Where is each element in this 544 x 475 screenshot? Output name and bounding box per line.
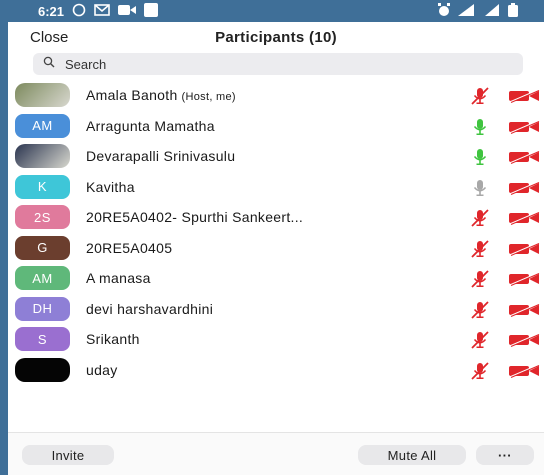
participant-name: 20RE5A0405 — [86, 239, 173, 256]
participants-screen: 6:21 Close Participants (10) Search Amal… — [8, 0, 544, 475]
participant-name-container: Kavitha — [86, 179, 139, 195]
avatar-initials: DH — [32, 301, 53, 317]
status-bar: 6:21 — [8, 0, 544, 22]
participant-name: Kavitha — [86, 178, 135, 195]
participant-tag: (Host, me) — [181, 91, 236, 104]
invite-button[interactable]: Invite — [22, 445, 114, 465]
participant-name: Arragunta Mamatha — [86, 117, 215, 134]
avatar: 2S — [15, 205, 70, 230]
camera-off-icon[interactable] — [508, 272, 540, 286]
participant-name-container: Amala Banoth (Host, me) — [86, 87, 236, 103]
participant-row[interactable]: S Srikanth — [8, 324, 544, 355]
camera-off-icon[interactable] — [508, 241, 540, 256]
clock: 6:21 — [38, 3, 65, 19]
participant-name-container: A manasa — [86, 270, 155, 286]
avatar: DH — [15, 296, 70, 321]
participant-list: Amala Banoth (Host, me) AM Arragunta Mama… — [8, 80, 544, 385]
avatar: K — [15, 174, 70, 199]
camera-off-icon[interactable] — [508, 333, 540, 347]
microphone-muted-icon[interactable] — [470, 300, 490, 320]
avatar: AM — [15, 266, 70, 291]
avatar-photo — [15, 144, 70, 169]
participant-row[interactable]: AM A manasa — [8, 263, 544, 294]
microphone-muted-icon[interactable] — [470, 208, 490, 228]
close-button[interactable]: Close — [30, 29, 68, 46]
mute-all-button[interactable]: Mute All — [358, 445, 466, 465]
participant-row[interactable]: Amala Banoth (Host, me) — [8, 80, 544, 111]
microphone-icon[interactable] — [470, 117, 490, 137]
participant-name-container: Devarapalli Srinivasulu — [86, 148, 239, 164]
participant-row[interactable]: Devarapalli Srinivasulu — [8, 141, 544, 172]
participant-name: Srikanth — [86, 331, 140, 348]
participant-name-container: 20RE5A0405 — [86, 240, 176, 256]
gallery-icon — [144, 2, 159, 20]
participant-name-container: uday — [86, 362, 122, 378]
participant-name: Devarapalli Srinivasulu — [86, 148, 236, 165]
video-icon — [118, 4, 137, 19]
avatar-photo — [15, 83, 70, 108]
avatar-initials: S — [37, 331, 48, 347]
microphone-muted-icon[interactable] — [470, 330, 490, 350]
page-title: Participants (10) — [215, 29, 337, 46]
camera-off-icon[interactable] — [508, 119, 540, 134]
participant-name-container: 20RE5A0402- Spurthi Sankeert... — [86, 209, 307, 225]
search-input[interactable] — [63, 55, 467, 73]
participant-name-container: Srikanth — [86, 331, 144, 347]
participant-name-container: Arragunta Mamatha — [86, 118, 219, 134]
participant-row[interactable]: AM Arragunta Mamatha — [8, 111, 544, 142]
microphone-icon[interactable] — [470, 178, 490, 198]
more-button[interactable]: ··· — [476, 445, 534, 465]
battery-icon — [508, 2, 518, 20]
participant-row[interactable]: 2S 20RE5A0402- Spurthi Sankeert... — [8, 202, 544, 233]
microphone-muted-icon[interactable] — [470, 239, 490, 259]
camera-off-icon[interactable] — [508, 180, 540, 195]
alarm-icon — [437, 2, 451, 20]
participant-row[interactable]: G 20RE5A0405 — [8, 233, 544, 264]
avatar: S — [15, 327, 70, 352]
microphone-muted-icon[interactable] — [470, 269, 490, 289]
search-bar[interactable] — [33, 53, 523, 75]
avatar-initials: AM — [32, 270, 53, 286]
camera-off-icon[interactable] — [508, 89, 540, 103]
signal-icon-2 — [485, 3, 501, 19]
participant-name: A manasa — [86, 270, 151, 287]
signal-icon — [458, 3, 478, 19]
participant-row[interactable]: uday — [8, 355, 544, 386]
avatar-initials: AM — [32, 118, 53, 134]
whatsapp-icon — [72, 3, 86, 20]
avatar-initials: G — [37, 240, 48, 256]
search-icon — [43, 55, 55, 73]
participant-name: 20RE5A0402- Spurthi Sankeert... — [86, 209, 304, 226]
participant-name: devi harshavardhini — [86, 300, 214, 317]
avatar: AM — [15, 113, 70, 138]
footer-bar: Invite Mute All ··· — [8, 432, 544, 475]
avatar: G — [15, 235, 70, 260]
microphone-icon[interactable] — [470, 147, 490, 167]
camera-off-icon[interactable] — [508, 211, 540, 225]
participant-name: Amala Banoth — [86, 87, 178, 104]
microphone-muted-icon[interactable] — [470, 86, 490, 106]
camera-off-icon[interactable] — [508, 150, 540, 164]
participant-name: uday — [86, 361, 118, 378]
header-bar: Close Participants (10) — [8, 22, 544, 52]
avatar-photo — [15, 357, 70, 382]
gmail-icon — [94, 3, 110, 19]
participant-row[interactable]: DH devi harshavardhini — [8, 294, 544, 325]
camera-off-icon[interactable] — [508, 363, 540, 378]
participant-name-container: devi harshavardhini — [86, 301, 217, 317]
avatar-initials: 2S — [34, 209, 51, 225]
microphone-muted-icon[interactable] — [470, 361, 490, 381]
participant-row[interactable]: K Kavitha — [8, 172, 544, 203]
camera-off-icon[interactable] — [508, 302, 540, 317]
avatar-initials: K — [37, 179, 48, 195]
